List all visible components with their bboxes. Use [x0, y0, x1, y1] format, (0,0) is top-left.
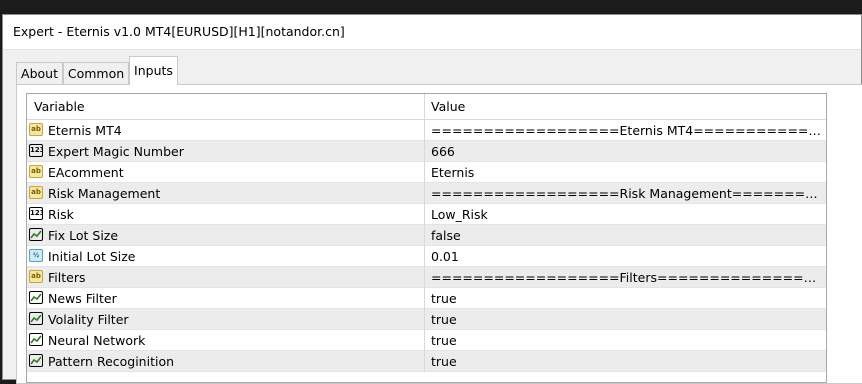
- inputs-grid: Variable Value ab Eternis MT4 ============…: [26, 93, 827, 383]
- table-row[interactable]: Pattern Recoginition true: [27, 351, 826, 372]
- value-cell[interactable]: ==================Risk Management=======…: [431, 186, 821, 201]
- expert-properties-dialog: Expert - Eternis v1.0 MT4[EURUSD][H1][no…: [2, 14, 862, 384]
- column-divider-line: [424, 225, 425, 246]
- table-row[interactable]: Volality Filter true: [27, 309, 826, 330]
- text-type-icon: ab: [29, 165, 43, 178]
- table-row[interactable]: News Filter true: [27, 288, 826, 309]
- column-header-variable[interactable]: Variable: [34, 99, 85, 114]
- column-divider-line: [424, 162, 425, 183]
- text-type-icon: ab: [29, 123, 43, 136]
- variable-name-cell: Filters: [48, 270, 86, 285]
- boolean-type-icon: [29, 333, 43, 346]
- column-divider-line: [424, 120, 425, 141]
- tab-common[interactable]: Common: [63, 62, 129, 84]
- variable-name-cell: Pattern Recoginition: [48, 354, 175, 369]
- value-cell[interactable]: true: [431, 354, 821, 369]
- boolean-type-icon: [29, 228, 43, 241]
- table-row[interactable]: ab Filters ==================Filters======…: [27, 267, 826, 288]
- column-divider-line: [424, 246, 425, 267]
- boolean-type-icon: [29, 291, 43, 304]
- value-cell[interactable]: Low_Risk: [431, 207, 821, 222]
- table-row[interactable]: 123 Risk Low_Risk: [27, 204, 826, 225]
- variable-name-cell: EAcomment: [48, 165, 124, 180]
- table-row[interactable]: Neural Network true: [27, 330, 826, 351]
- column-divider-line: [424, 141, 425, 162]
- text-type-icon: ab: [29, 270, 43, 283]
- variable-name-cell: Eternis MT4: [48, 123, 122, 138]
- table-row[interactable]: 123 Expert Magic Number 666: [27, 141, 826, 162]
- double-type-icon: ½: [29, 249, 43, 262]
- grid-header: Variable Value: [27, 94, 826, 120]
- value-cell[interactable]: ==================Eternis MT4===========…: [431, 123, 821, 138]
- table-row[interactable]: ab EAcomment Eternis: [27, 162, 826, 183]
- column-divider-line: [424, 288, 425, 309]
- table-row[interactable]: ab Risk Management ==================Risk …: [27, 183, 826, 204]
- variable-name-cell: Fix Lot Size: [48, 228, 119, 243]
- variable-name-cell: Volality Filter: [48, 312, 129, 327]
- column-divider-line: [424, 330, 425, 351]
- integer-type-icon: 123: [29, 207, 43, 220]
- table-row[interactable]: Fix Lot Size false: [27, 225, 826, 246]
- value-cell[interactable]: false: [431, 228, 821, 243]
- column-divider-line: [424, 267, 425, 288]
- boolean-type-icon: [29, 312, 43, 325]
- variable-name-cell: Initial Lot Size: [48, 249, 136, 264]
- value-cell[interactable]: Eternis: [431, 165, 821, 180]
- column-divider-line: [424, 351, 425, 372]
- value-cell[interactable]: ==================Filters===============…: [431, 270, 821, 285]
- variable-name-cell: Risk Management: [48, 186, 161, 201]
- column-divider[interactable]: [424, 94, 425, 119]
- value-cell[interactable]: 666: [431, 144, 821, 159]
- window-title: Expert - Eternis v1.0 MT4[EURUSD][H1][no…: [13, 24, 345, 39]
- inputs-panel: Variable Value ab Eternis MT4 ============…: [16, 84, 862, 384]
- column-header-value[interactable]: Value: [431, 99, 465, 114]
- title-bar[interactable]: Expert - Eternis v1.0 MT4[EURUSD][H1][no…: [3, 15, 861, 50]
- column-divider-line: [424, 309, 425, 330]
- table-row[interactable]: ab Eternis MT4 ==================Eternis M…: [27, 120, 826, 141]
- variable-name-cell: Neural Network: [48, 333, 146, 348]
- value-cell[interactable]: true: [431, 312, 821, 327]
- value-cell[interactable]: true: [431, 333, 821, 348]
- grid-body: ab Eternis MT4 ==================Eternis M…: [27, 120, 826, 372]
- text-type-icon: ab: [29, 186, 43, 199]
- tab-inputs[interactable]: Inputs: [129, 56, 178, 85]
- variable-name-cell: Expert Magic Number: [48, 144, 184, 159]
- variable-name-cell: Risk: [48, 207, 74, 222]
- boolean-type-icon: [29, 354, 43, 367]
- value-cell[interactable]: true: [431, 291, 821, 306]
- variable-name-cell: News Filter: [48, 291, 117, 306]
- integer-type-icon: 123: [29, 144, 43, 157]
- column-divider-line: [424, 204, 425, 225]
- value-cell[interactable]: 0.01: [431, 249, 821, 264]
- column-divider-line: [424, 183, 425, 204]
- tab-about[interactable]: About: [16, 62, 63, 84]
- table-row[interactable]: ½ Initial Lot Size 0.01: [27, 246, 826, 267]
